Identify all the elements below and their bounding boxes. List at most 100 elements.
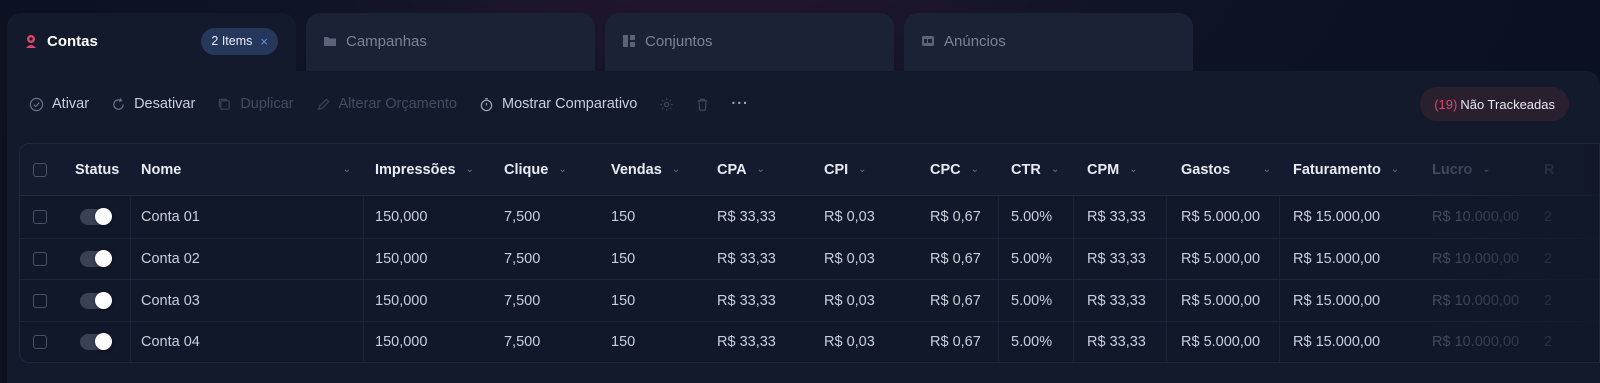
cell-ctr: 5.00% (1011, 334, 1053, 351)
cell-gastos: R$ 5.000,00 (1181, 334, 1261, 351)
mostrar-comparativo-button[interactable]: Mostrar Comparativo (479, 96, 637, 112)
gear-icon[interactable] (659, 97, 674, 112)
tab-label: Contas (47, 32, 98, 50)
table-row[interactable]: Conta 02 150,000 7,500 150 R$ 33,33 R$ 0,03 R$… (20, 239, 1599, 281)
cell-cpi: R$ 0,03 (824, 334, 875, 351)
table-row[interactable]: Conta 03 150,000 7,500 150 R$ 33,33 R$ 0,03 R$… (20, 280, 1599, 322)
table-row[interactable]: Conta 04 150,000 7,500 150 R$ 33,33 R$ 0,03 R$… (20, 322, 1599, 362)
header-lucro[interactable]: Lucro ⌄ (1432, 144, 1491, 195)
copy-icon (217, 97, 232, 112)
cell-gastos: R$ 5.000,00 (1181, 250, 1261, 267)
cell-cpm: R$ 33,33 (1087, 334, 1146, 351)
row-checkbox[interactable] (33, 239, 47, 280)
status-toggle[interactable] (80, 322, 112, 362)
alterar-orcamento-button[interactable]: Alterar Orçamento (316, 96, 457, 112)
cell-impressoes: 150,000 (375, 292, 428, 309)
status-toggle[interactable] (80, 197, 112, 238)
duplicar-button[interactable]: Duplicar (217, 96, 294, 112)
header-gastos[interactable]: Gastos ⌄ (1181, 144, 1271, 195)
badge-label: 2 Items (211, 34, 253, 48)
header-cpa[interactable]: CPA ⌄ (717, 144, 765, 195)
cell-cpa: R$ 33,33 (717, 250, 776, 267)
check-circle-icon (29, 97, 44, 112)
chevron-down-icon: ⌄ (1390, 164, 1400, 175)
cell-cpa: R$ 33,33 (717, 292, 776, 309)
chevron-down-icon: ⌄ (671, 164, 681, 175)
row-checkbox[interactable] (33, 197, 47, 238)
cell-ctr: 5.00% (1011, 250, 1053, 267)
pencil-icon (316, 97, 331, 112)
nao-trackeadas-count: (19) (1434, 96, 1458, 112)
cell-cpa: R$ 33,33 (717, 334, 776, 351)
cell-vendas: 150 (611, 209, 636, 226)
cell-vendas: 150 (611, 292, 636, 309)
cell-faturamento: R$ 15.000,00 (1293, 209, 1381, 226)
cell-roi: 2 (1544, 209, 1553, 226)
grid-icon (622, 34, 636, 48)
nao-trackeadas-label: Não Trackeadas (1460, 96, 1555, 112)
chevron-down-icon: ⌄ (1262, 164, 1271, 175)
chevron-down-icon: ⌄ (970, 164, 980, 175)
cell-cpm: R$ 33,33 (1087, 292, 1146, 309)
ad-icon (921, 34, 935, 48)
cell-roi: 2 (1544, 334, 1553, 351)
chevron-down-icon: ⌄ (1482, 164, 1491, 175)
cell-vendas: 150 (611, 250, 636, 267)
tab-label: Campanhas (346, 32, 427, 50)
cell-cpc: R$ 0,67 (930, 250, 981, 267)
header-impressoes[interactable]: Impressões ⌄ (375, 144, 474, 195)
header-ctr[interactable]: CTR ⌄ (1011, 144, 1059, 195)
chevron-down-icon: ⌄ (1129, 164, 1138, 175)
cell-clique: 7,500 (504, 334, 541, 351)
tab-conjuntos[interactable]: Conjuntos (605, 13, 894, 73)
header-faturamento[interactable]: Faturamento ⌄ (1293, 144, 1399, 195)
cell-cpi: R$ 0,03 (824, 292, 875, 309)
tab-campanhas[interactable]: Campanhas (306, 13, 595, 73)
more-icon: ··· (731, 96, 749, 112)
table-row[interactable]: Conta 01 150,000 7,500 150 R$ 33,33 R$ 0,03 R$… (20, 197, 1599, 239)
desativar-button[interactable]: Desativar (111, 96, 195, 112)
chevron-down-icon: ⌄ (342, 164, 351, 175)
row-checkbox[interactable] (33, 322, 47, 362)
cell-clique: 7,500 (504, 250, 541, 267)
table-header-row: Status Nome ⌄ Impressões ⌄ Clique ⌄ Vendas ⌄… (20, 144, 1599, 196)
header-status[interactable]: Status (75, 144, 119, 195)
cell-nome: Conta 02 (141, 250, 200, 267)
cell-lucro: R$ 10.000,00 (1432, 250, 1520, 267)
cell-ctr: 5.00% (1011, 209, 1053, 226)
row-checkbox[interactable] (33, 280, 47, 321)
tab-contas[interactable]: Contas 2 Items × (7, 13, 296, 73)
header-nome[interactable]: Nome ⌄ (141, 144, 351, 195)
cell-clique: 7,500 (504, 209, 541, 226)
cell-gastos: R$ 5.000,00 (1181, 209, 1261, 226)
cell-nome: Conta 04 (141, 334, 200, 351)
cell-impressoes: 150,000 (375, 209, 428, 226)
cell-clique: 7,500 (504, 292, 541, 309)
nao-trackeadas-badge[interactable]: (19) Não Trackeadas (1420, 87, 1569, 121)
tab-anuncios[interactable]: Anúncios (904, 13, 1193, 73)
header-clique[interactable]: Clique ⌄ (504, 144, 567, 195)
header-roi[interactable]: R (1544, 144, 1554, 195)
status-toggle[interactable] (80, 280, 112, 321)
ativar-button[interactable]: Ativar (29, 96, 89, 112)
header-cpm[interactable]: CPM ⌄ (1087, 144, 1138, 195)
header-cpc[interactable]: CPC ⌄ (930, 144, 979, 195)
cell-roi: 2 (1544, 292, 1553, 309)
chevron-down-icon: ⌄ (465, 164, 474, 175)
header-vendas[interactable]: Vendas ⌄ (611, 144, 680, 195)
select-all-checkbox[interactable] (33, 144, 47, 195)
content-panel: Ativar Desativar Duplicar Alterar Orçame… (7, 71, 1600, 383)
status-toggle[interactable] (80, 239, 112, 280)
cell-vendas: 150 (611, 334, 636, 351)
more-button[interactable]: ··· (731, 96, 749, 112)
tab-label: Conjuntos (645, 32, 713, 50)
toolbar: Ativar Desativar Duplicar Alterar Orçame… (29, 93, 1578, 115)
close-icon[interactable]: × (260, 34, 268, 49)
cell-gastos: R$ 5.000,00 (1181, 292, 1261, 309)
selection-badge: 2 Items × (201, 27, 278, 55)
trash-icon[interactable] (695, 97, 710, 112)
header-cpi[interactable]: CPI ⌄ (824, 144, 867, 195)
cell-cpm: R$ 33,33 (1087, 209, 1146, 226)
chevron-down-icon: ⌄ (858, 164, 867, 175)
cell-lucro: R$ 10.000,00 (1432, 292, 1520, 309)
